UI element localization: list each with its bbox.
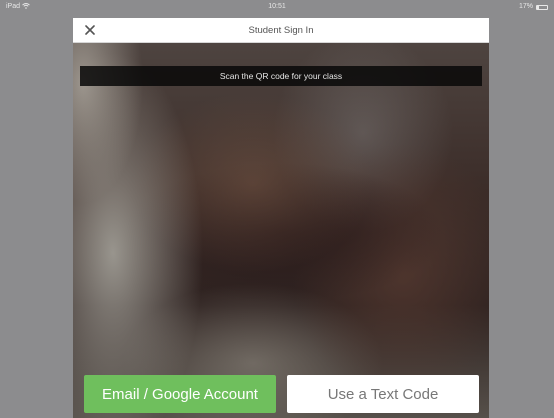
modal-header: Student Sign In: [73, 18, 489, 43]
battery-level: [537, 5, 539, 9]
status-time: 10:51: [268, 3, 286, 10]
status-right: 17%: [519, 0, 548, 14]
student-sign-in-modal: Student Sign In Scan the QR code for you…: [73, 18, 489, 418]
battery-icon: [536, 4, 548, 10]
scan-instruction-banner: Scan the QR code for your class: [80, 66, 482, 86]
status-bar: iPad 10:51 17%: [0, 0, 554, 14]
use-text-code-button[interactable]: Use a Text Code: [287, 375, 479, 413]
close-button[interactable]: [81, 21, 99, 39]
camera-viewfinder: [73, 43, 489, 418]
close-icon: [85, 25, 95, 35]
battery-percent: 17%: [518, 3, 533, 10]
email-google-account-button[interactable]: Email / Google Account: [84, 375, 276, 413]
modal-title: Student Sign In: [248, 25, 314, 36]
